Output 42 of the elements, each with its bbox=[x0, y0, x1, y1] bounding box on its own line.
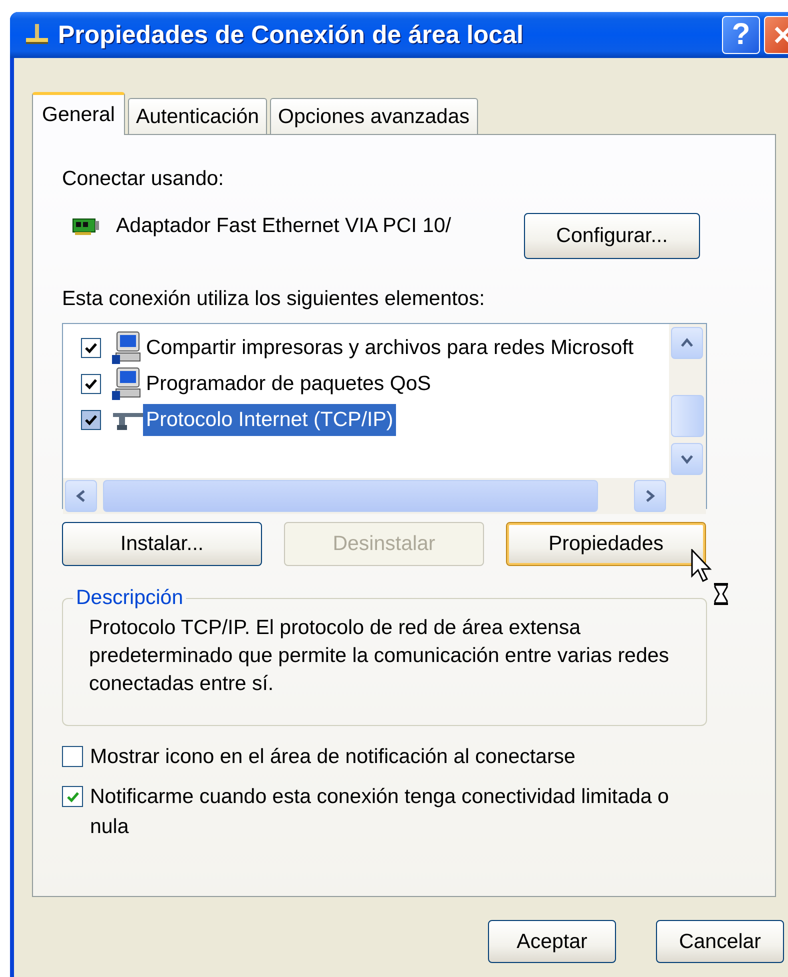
scroll-thumb[interactable] bbox=[671, 395, 704, 437]
scroll-right-button[interactable] bbox=[634, 480, 666, 512]
checkbox[interactable] bbox=[81, 410, 101, 430]
dialog-button[interactable]: Aceptar bbox=[488, 920, 616, 963]
help-button[interactable]: ? bbox=[722, 16, 760, 54]
tab[interactable]: Opciones avanzadas bbox=[270, 98, 478, 134]
window-title: Propiedades de Conexión de área local bbox=[58, 20, 524, 50]
checkbox[interactable] bbox=[62, 786, 83, 807]
component-item[interactable]: Compartir impresoras y archivos para redes Microsoft bbox=[143, 332, 637, 364]
checkbox[interactable] bbox=[62, 746, 83, 767]
close-icon bbox=[773, 25, 788, 45]
network-card-icon bbox=[72, 216, 100, 236]
option-label[interactable]: Notificarme cuando esta conexión tenga conectividad limitada o nula bbox=[90, 782, 700, 842]
computer-icon bbox=[111, 331, 143, 365]
component-item[interactable]: Programador de paquetes QoS bbox=[143, 368, 434, 400]
scroll-left-button[interactable] bbox=[65, 480, 97, 512]
option-label[interactable]: Mostrar icono en el área de notificación al conectarse bbox=[90, 742, 700, 772]
group-title: Descripción bbox=[75, 586, 184, 610]
description-text: Protocolo TCP/IP. El protocolo de red de área extensa predeterminado que permite la comunicación entre varias redes conectadas entre sí. bbox=[89, 615, 670, 697]
scroll-up-button[interactable] bbox=[671, 327, 703, 359]
vertical-scrollbar[interactable] bbox=[669, 324, 706, 478]
section-label: Esta conexión utiliza los siguientes elementos: bbox=[62, 287, 486, 311]
section-label: Conectar usando: bbox=[62, 167, 225, 191]
check-icon bbox=[84, 413, 98, 427]
computer-icon bbox=[111, 367, 143, 401]
tab[interactable]: Autenticación bbox=[128, 98, 268, 134]
action-button[interactable]: Propiedades bbox=[506, 522, 706, 566]
tab[interactable]: General bbox=[32, 92, 125, 135]
scroll-down-button[interactable] bbox=[671, 443, 703, 475]
configure-button[interactable]: Configurar... bbox=[524, 213, 700, 259]
horizontal-scrollbar[interactable] bbox=[63, 478, 706, 514]
check-icon bbox=[84, 341, 98, 355]
dialog-button[interactable]: Cancelar bbox=[656, 920, 784, 963]
checkbox[interactable] bbox=[81, 374, 101, 394]
scroll-thumb[interactable] bbox=[103, 480, 598, 512]
busy-cursor-icon bbox=[690, 549, 730, 607]
checkbox[interactable] bbox=[81, 338, 101, 358]
adapter-name: Adaptador Fast Ethernet VIA PCI 10/ bbox=[116, 214, 452, 238]
check-icon bbox=[66, 790, 80, 804]
check-icon bbox=[84, 377, 98, 391]
component-item[interactable]: Protocolo Internet (TCP/IP) bbox=[143, 404, 396, 436]
action-button[interactable]: Instalar... bbox=[62, 522, 262, 566]
